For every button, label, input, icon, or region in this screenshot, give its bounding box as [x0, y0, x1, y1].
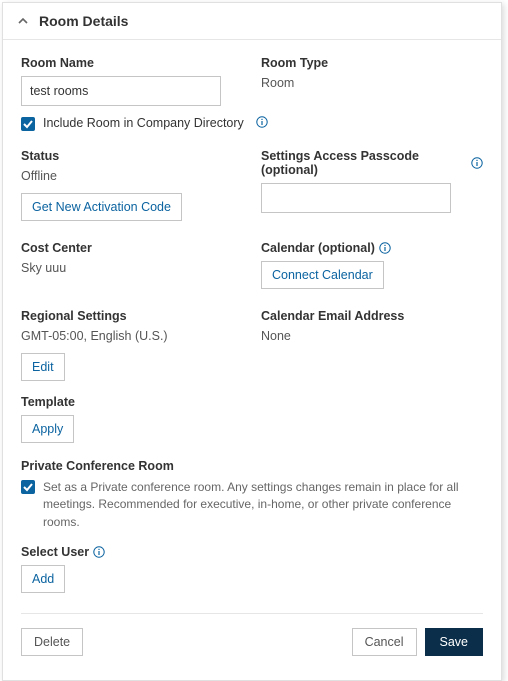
cost-center-field: Cost Center Sky uuu — [21, 241, 243, 289]
regional-value: GMT-05:00, English (U.S.) — [21, 329, 243, 343]
info-icon[interactable] — [93, 546, 105, 558]
calendar-field: Calendar (optional) Connect Calendar — [261, 241, 483, 289]
checkbox-checked-icon — [21, 117, 35, 131]
cost-center-value: Sky uuu — [21, 261, 243, 275]
passcode-label: Settings Access Passcode (optional) — [261, 149, 483, 177]
info-icon[interactable] — [256, 116, 268, 128]
directory-checkbox-row[interactable]: Include Room in Company Directory — [21, 116, 483, 131]
panel-body: Room Name Room Type Room Include Room in… — [3, 40, 501, 680]
add-user-button[interactable]: Add — [21, 565, 65, 593]
regional-label: Regional Settings — [21, 309, 243, 323]
checkbox-checked-icon — [21, 480, 35, 494]
directory-field: Include Room in Company Directory — [21, 116, 483, 131]
apply-template-button[interactable]: Apply — [21, 415, 74, 443]
chevron-up-icon[interactable] — [17, 15, 29, 27]
connect-calendar-button[interactable]: Connect Calendar — [261, 261, 384, 289]
room-name-input[interactable] — [21, 76, 221, 106]
edit-regional-button[interactable]: Edit — [21, 353, 65, 381]
info-icon[interactable] — [379, 242, 391, 254]
passcode-input[interactable] — [261, 183, 451, 213]
cancel-button[interactable]: Cancel — [352, 628, 417, 656]
template-field: Template Apply — [21, 395, 243, 443]
private-room-label: Private Conference Room — [21, 459, 483, 473]
regional-field: Regional Settings GMT-05:00, English (U.… — [21, 309, 243, 381]
room-details-panel: Room Details Room Name Room Type Room In… — [2, 2, 502, 681]
calendar-label: Calendar (optional) — [261, 241, 483, 255]
panel-footer: Delete Cancel Save — [21, 613, 483, 670]
save-button[interactable]: Save — [425, 628, 484, 656]
panel-title: Room Details — [39, 13, 128, 29]
select-user-field: Select User Add — [21, 545, 483, 593]
room-name-label: Room Name — [21, 56, 243, 70]
template-label: Template — [21, 395, 243, 409]
calendar-email-label: Calendar Email Address — [261, 309, 483, 323]
room-type-value: Room — [261, 76, 483, 90]
private-room-desc: Set as a Private conference room. Any se… — [43, 479, 483, 531]
room-name-field: Room Name — [21, 56, 243, 106]
passcode-field: Settings Access Passcode (optional) — [261, 149, 483, 221]
cost-center-label: Cost Center — [21, 241, 243, 255]
get-activation-code-button[interactable]: Get New Activation Code — [21, 193, 182, 221]
panel-header: Room Details — [3, 3, 501, 40]
delete-button[interactable]: Delete — [21, 628, 83, 656]
private-room-field: Private Conference Room Set as a Private… — [21, 459, 483, 531]
calendar-email-field: Calendar Email Address None — [261, 309, 483, 381]
room-type-field: Room Type Room — [261, 56, 483, 106]
private-room-checkbox-row[interactable]: Set as a Private conference room. Any se… — [21, 479, 483, 531]
status-field: Status Offline Get New Activation Code — [21, 149, 243, 221]
calendar-email-value: None — [261, 329, 483, 343]
info-icon[interactable] — [471, 157, 483, 169]
room-type-label: Room Type — [261, 56, 483, 70]
status-value: Offline — [21, 169, 243, 183]
select-user-label: Select User — [21, 545, 483, 559]
directory-checkbox-label: Include Room in Company Directory — [43, 116, 244, 130]
status-label: Status — [21, 149, 243, 163]
